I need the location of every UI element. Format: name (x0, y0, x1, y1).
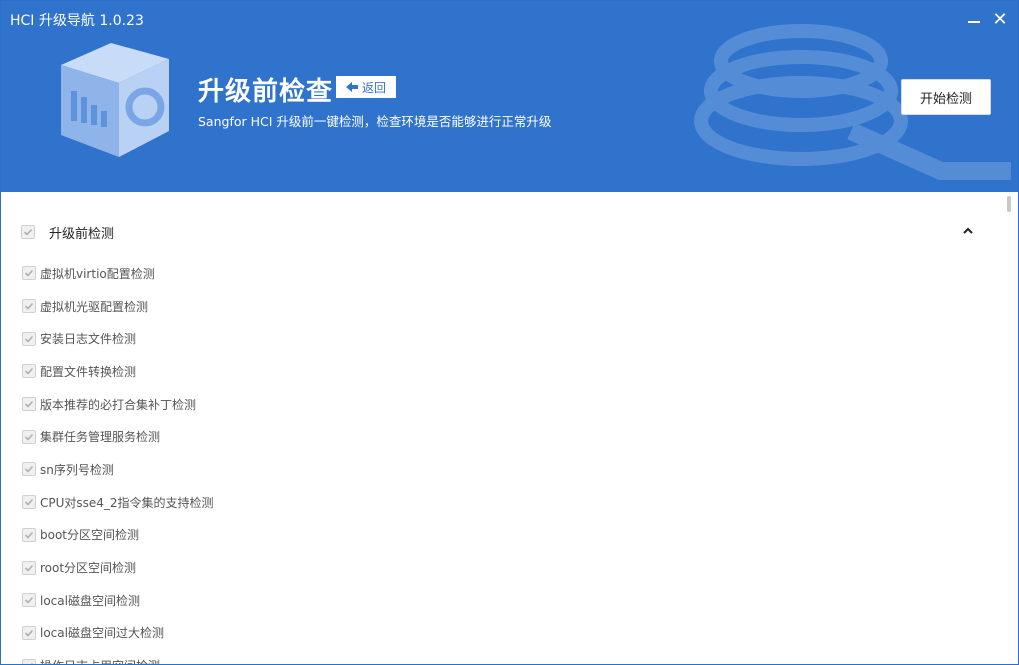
check-icon (24, 531, 34, 539)
check-item[interactable]: 版本推荐的必打合集补丁检测 (22, 388, 214, 421)
item-label: local磁盘空间检测 (40, 593, 140, 608)
check-item[interactable]: boot分区空间检测 (22, 519, 214, 552)
item-checkbox[interactable] (22, 462, 36, 477)
header-banner: HCI 升级导航 1.0.23 ✕ 升级前检查 返回 Sangfor HCI 升… (1, 1, 1018, 192)
vertical-scrollbar[interactable] (1007, 196, 1011, 212)
item-checkbox[interactable] (22, 299, 36, 314)
section-header: 升级前检测 (21, 223, 115, 242)
check-icon (24, 597, 34, 604)
item-label: boot分区空间检测 (40, 528, 140, 543)
item-checkbox[interactable] (22, 429, 36, 444)
item-label: sn序列号检测 (40, 462, 114, 477)
item-checkbox[interactable] (22, 527, 36, 542)
check-icon (23, 228, 33, 236)
item-checkbox[interactable] (22, 397, 36, 412)
back-button-label: 返回 (361, 80, 386, 95)
section-title: 升级前检测 (49, 226, 115, 242)
page-title: 升级前检查 (198, 77, 334, 107)
item-label: 安装日志文件检测 (40, 332, 137, 347)
page-subtitle: Sangfor HCI 升级前一键检测，检查环境是否能够进行正常升级 (198, 114, 552, 129)
window-title: HCI 升级导航 1.0.23 (10, 13, 144, 29)
back-button[interactable]: 返回 (336, 76, 396, 98)
item-label: 配置文件转换检测 (40, 364, 137, 379)
item-label: 虚拟机virtio配置检测 (40, 266, 155, 281)
item-label: 版本推荐的必打合集补丁检测 (40, 397, 197, 412)
check-icon (24, 302, 34, 310)
cube-logo-icon (61, 43, 169, 157)
check-item[interactable]: 操作日志占用空间检测 (22, 649, 214, 664)
check-item[interactable]: 虚拟机virtio配置检测 (22, 257, 214, 290)
arrow-left-icon (345, 82, 358, 92)
check-icon (24, 433, 34, 441)
check-item[interactable]: local磁盘空间检测 (22, 584, 214, 617)
check-icon (24, 499, 34, 506)
check-icon (24, 401, 34, 408)
check-icon (24, 368, 34, 376)
item-label: local磁盘空间过大检测 (40, 626, 164, 641)
check-icon (24, 270, 34, 278)
check-item[interactable]: 配置文件转换检测 (22, 355, 214, 388)
section-checkbox[interactable] (21, 225, 35, 239)
item-checkbox[interactable] (22, 593, 36, 608)
check-item[interactable]: sn序列号检测 (22, 453, 214, 486)
check-icon (24, 335, 34, 343)
item-checkbox[interactable] (22, 625, 36, 640)
item-checkbox[interactable] (22, 495, 36, 510)
item-checkbox[interactable] (22, 331, 36, 346)
item-label: root分区空间检测 (40, 561, 137, 576)
check-icon (24, 629, 34, 637)
check-icon (30, 662, 34, 664)
item-checkbox[interactable] (22, 364, 36, 379)
item-checkbox[interactable] (22, 560, 36, 575)
check-item[interactable]: 虚拟机光驱配置检测 (22, 290, 214, 323)
check-item[interactable]: root分区空间检测 (22, 551, 214, 584)
start-check-button[interactable]: 开始检测 (901, 79, 991, 115)
check-icon (24, 466, 34, 474)
check-item[interactable]: 集群任务管理服务检测 (22, 420, 214, 453)
item-label: 集群任务管理服务检测 (40, 430, 161, 445)
item-label: 虚拟机光驱配置检测 (40, 299, 149, 314)
app-window: HCI 升级导航 1.0.23 ✕ 升级前检查 返回 Sangfor HCI 升… (0, 0, 1019, 665)
item-checkbox[interactable] (22, 266, 36, 281)
check-list-panel: 升级前检测 虚拟机virtio配置检测 虚拟机光驱配置检测 安装日志文件检测 配置文件… (1, 192, 1018, 664)
item-label: 操作日志占用空间检测 (40, 657, 160, 664)
check-item[interactable]: 安装日志文件检测 (22, 322, 214, 355)
chevron-up-icon[interactable] (959, 222, 977, 240)
check-item[interactable]: CPU对sse4_2指令集的支持检测 (22, 486, 214, 519)
item-checkbox[interactable] (22, 658, 36, 664)
check-item[interactable]: local磁盘空间过大检测 (22, 617, 214, 650)
check-items-list: 虚拟机virtio配置检测 虚拟机光驱配置检测 安装日志文件检测 配置文件转换检测版本… (22, 257, 214, 664)
item-label: CPU对sse4_2指令集的支持检测 (40, 495, 214, 510)
check-icon (24, 564, 34, 572)
